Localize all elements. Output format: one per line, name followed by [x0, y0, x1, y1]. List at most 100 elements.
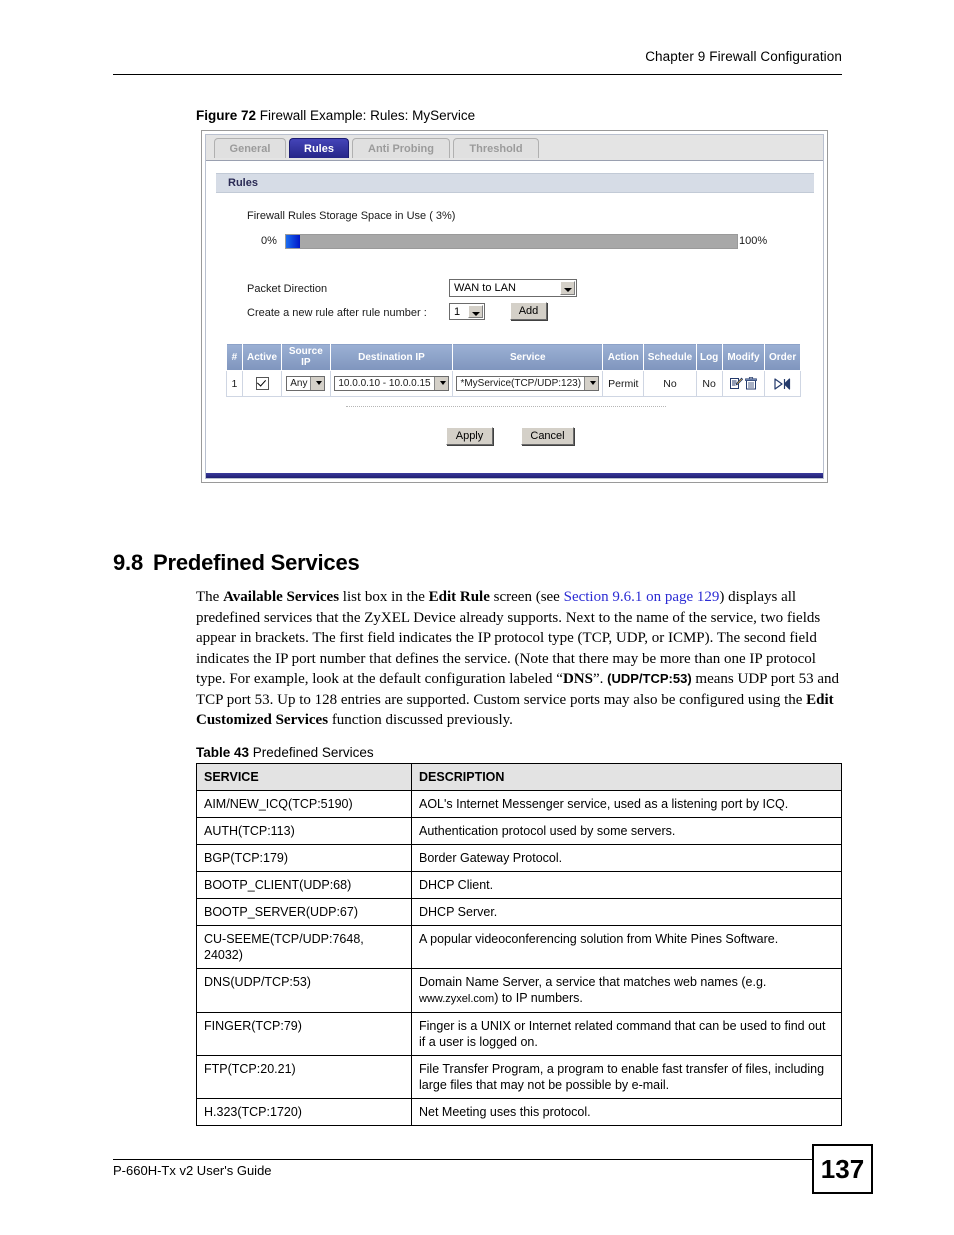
add-button[interactable]: Add: [510, 302, 547, 320]
tab-threshold[interactable]: Threshold: [453, 138, 539, 158]
delete-icon[interactable]: [745, 377, 758, 390]
header-service: Service: [452, 343, 604, 371]
new-rule-number-select[interactable]: 1: [449, 303, 485, 320]
destination-ip-value: 10.0.0.10 - 10.0.0.15: [338, 378, 431, 389]
cell-modify: [721, 370, 766, 397]
tab-general[interactable]: General: [214, 138, 286, 158]
chevron-down-icon[interactable]: [310, 377, 325, 390]
cell-service-description: Authentication protocol used by some ser…: [411, 817, 842, 845]
table-header-row: SERVICE DESCRIPTION: [196, 763, 842, 791]
new-rule-number-label: Create a new rule after rule number :: [247, 307, 427, 319]
tab-rules[interactable]: Rules: [289, 138, 349, 158]
chevron-down-icon[interactable]: [560, 281, 575, 295]
cell-service-name: FINGER(TCP:79): [196, 1012, 412, 1056]
panel-header-bar: Rules: [216, 173, 814, 193]
header-schedule: Schedule: [643, 343, 697, 371]
table-row: BOOTP_CLIENT(UDP:68) DHCP Client.: [196, 871, 842, 899]
footer-guide-title: P-660H-Tx v2 User's Guide: [113, 1163, 272, 1178]
tab-strip: General Rules Anti Probing Threshold: [206, 135, 823, 161]
para-bold-udptcp53: (UDP/TCP:53): [607, 671, 692, 686]
edit-icon[interactable]: [729, 377, 743, 390]
cancel-button[interactable]: Cancel: [521, 427, 574, 445]
source-ip-select[interactable]: Any: [286, 376, 326, 391]
page-title: 9.8 Predefined Services: [113, 550, 360, 576]
chevron-down-icon[interactable]: [468, 305, 483, 318]
description-text-part-2: ) to IP numbers.: [494, 991, 583, 1005]
cell-service-name: H.323(TCP:1720): [196, 1098, 412, 1126]
section-title: Predefined Services: [152, 550, 360, 576]
cell-service-description: Border Gateway Protocol.: [411, 844, 842, 872]
para-bold-available-services: Available Services: [223, 589, 340, 605]
header-modify: Modify: [721, 343, 766, 371]
cell-schedule: No: [643, 370, 697, 397]
progress-fill: [286, 235, 300, 248]
table-row: CU-SEEME(TCP/UDP:7648, 24032) A popular v…: [196, 925, 842, 969]
cell-service-name: AIM/NEW_ICQ(TCP:5190): [196, 790, 412, 818]
table-row: BGP(TCP:179) Border Gateway Protocol.: [196, 844, 842, 872]
source-ip-value: Any: [290, 378, 308, 389]
header-source-ip: Source IP: [281, 343, 331, 371]
packet-direction-value: WAN to LAN: [454, 282, 516, 294]
cell-active: [241, 370, 283, 397]
header-divider: [113, 74, 842, 75]
header-index: #: [226, 343, 243, 371]
cell-service-description: AOL's Internet Messenger service, used a…: [411, 790, 842, 818]
table-caption-text: Predefined Services: [252, 745, 374, 760]
table-row: DNS(UDP/TCP:53) Domain Name Server, a ser…: [196, 968, 842, 1013]
section-number: 9.8: [113, 550, 143, 576]
para-part-3: screen (see: [489, 589, 564, 605]
table-row: 1 Any 10.0.0.10 - 10.0.0.15 *MyService(T…: [226, 370, 801, 397]
header-active: Active: [241, 343, 283, 371]
move-order-icon[interactable]: [774, 378, 791, 390]
footer-divider: [113, 1159, 813, 1160]
para-bold-dns: DNS: [562, 671, 593, 687]
figure-label: Figure 72: [196, 108, 257, 123]
para-part-1: The: [196, 589, 224, 605]
description-text-part-1: Domain Name Server, a service that match…: [419, 975, 767, 989]
figure-caption: Figure 72 Firewall Example: Rules: MySer…: [196, 108, 475, 123]
cell-service-name: BOOTP_SERVER(UDP:67): [196, 898, 412, 926]
cell-service-description: A popular videoconferencing solution fro…: [411, 925, 842, 969]
chevron-down-icon[interactable]: [584, 377, 599, 390]
screenshot-inner-frame: General Rules Anti Probing Threshold Rul…: [205, 134, 824, 479]
table-row: BOOTP_SERVER(UDP:67) DHCP Server.: [196, 898, 842, 926]
page-header: Chapter 9 Firewall Configuration: [113, 48, 842, 66]
table-row: AUTH(TCP:113) Authentication protocol use…: [196, 817, 842, 845]
cell-source-ip: Any: [281, 370, 331, 397]
cell-order: [764, 370, 801, 397]
header-description: DESCRIPTION: [411, 763, 842, 791]
form-divider: [346, 406, 666, 407]
panel-title: Rules: [228, 177, 258, 189]
packet-direction-label: Packet Direction: [247, 283, 328, 295]
packet-direction-select[interactable]: WAN to LAN: [449, 279, 577, 297]
chapter-title: Chapter 9 Firewall Configuration: [645, 49, 842, 64]
service-value: *MyService(TCP/UDP:123): [460, 378, 582, 389]
page-number: 137: [812, 1144, 873, 1194]
cell-action: Permit: [602, 370, 645, 397]
cell-service-name: AUTH(TCP:113): [196, 817, 412, 845]
cross-reference-link[interactable]: Section 9.6.1 on page 129: [564, 589, 720, 605]
description-url: www.zyxel.com: [419, 993, 495, 1005]
apply-button[interactable]: Apply: [446, 427, 493, 445]
header-order: Order: [764, 343, 801, 371]
screenshot-footer-bar: [206, 473, 823, 478]
para-part-5: ”.: [592, 671, 608, 687]
chevron-down-icon[interactable]: [433, 377, 448, 390]
para-part-2: list box in the: [339, 589, 429, 605]
service-select[interactable]: *MyService(TCP/UDP:123): [456, 376, 600, 391]
destination-ip-select[interactable]: 10.0.0.10 - 10.0.0.15: [334, 376, 449, 391]
active-checkbox[interactable]: [255, 377, 269, 390]
tab-anti-probing[interactable]: Anti Probing: [352, 138, 450, 158]
cell-service-name: CU-SEEME(TCP/UDP:7648, 24032): [196, 925, 412, 969]
section-paragraph: The Available Services list box in the E…: [196, 587, 842, 731]
table-row: FINGER(TCP:79) Finger is a UNIX or Intern…: [196, 1012, 842, 1056]
table-row: AIM/NEW_ICQ(TCP:5190) AOL's Internet Mess…: [196, 790, 842, 818]
header-destination-ip: Destination IP: [329, 343, 454, 371]
table-caption: Table 43 Predefined Services: [196, 745, 374, 760]
storage-space-label: Firewall Rules Storage Space in Use ( 3%…: [247, 210, 456, 222]
figure-caption-text: Firewall Example: Rules: MyService: [259, 108, 476, 123]
para-bold-edit-rule: Edit Rule: [428, 589, 490, 605]
table-row: H.323(TCP:1720) Net Meeting uses this pro…: [196, 1098, 842, 1126]
progress-track: [285, 234, 738, 249]
progress-max-label: 100%: [739, 235, 768, 247]
